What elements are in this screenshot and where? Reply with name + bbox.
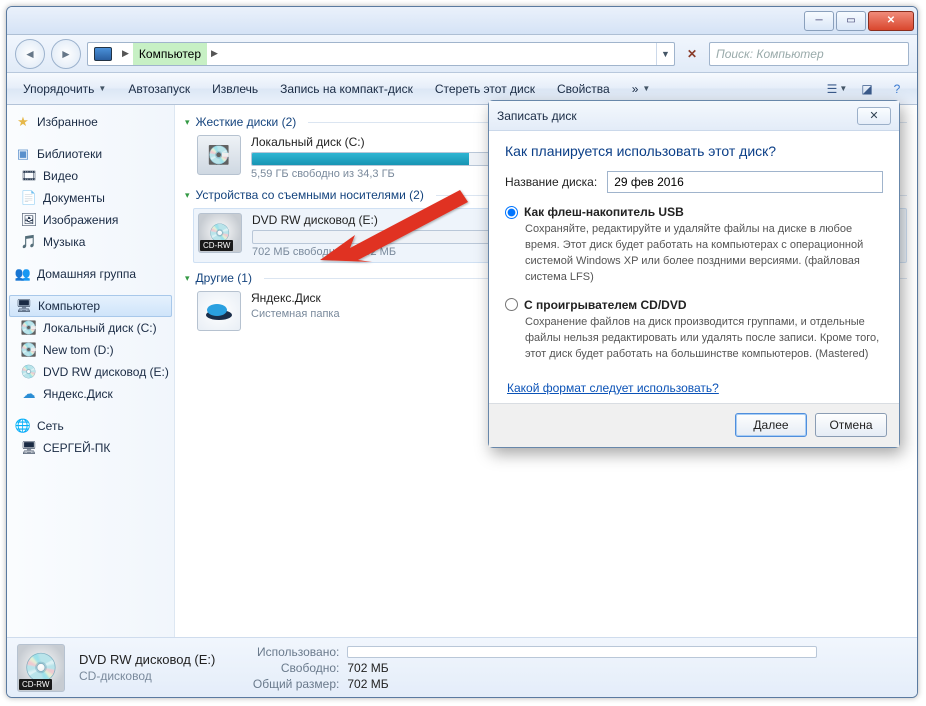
sidebar-network[interactable]: 🌐Сеть xyxy=(9,415,172,437)
sidebar-yandex[interactable]: ☁Яндекс.Диск xyxy=(9,383,172,405)
drive-icon: 💽 xyxy=(21,320,37,336)
drive-icon: 💽 xyxy=(21,342,37,358)
option-cddvd-radio[interactable] xyxy=(505,298,518,311)
network-icon: 🌐 xyxy=(15,418,31,434)
address-dropdown[interactable]: ▼ xyxy=(656,43,674,65)
properties-button[interactable]: Свойства xyxy=(549,78,618,100)
chevron-right-icon[interactable]: ▶ xyxy=(118,48,133,59)
organize-button[interactable]: Упорядочить▼ xyxy=(15,78,114,100)
drive-subtitle: 5,59 ГБ свободно из 34,3 ГБ xyxy=(251,168,511,180)
disc-icon: 💿CD-RW xyxy=(198,213,242,253)
pc-icon: 🖥 xyxy=(21,440,37,456)
homegroup-icon: 👥 xyxy=(15,266,31,282)
drive-subtitle: 702 МБ свободно из 702 МБ xyxy=(252,246,512,258)
titlebar: ─ ▭ ✕ xyxy=(7,7,917,35)
sidebar-pictures[interactable]: 🖼Изображения xyxy=(9,209,172,231)
sidebar-favorites[interactable]: ★Избранное xyxy=(9,111,172,133)
music-icon: 🎵 xyxy=(21,234,37,250)
dialog-titlebar: Записать диск ✕ xyxy=(489,101,899,131)
pictures-icon: 🖼 xyxy=(21,212,37,228)
address-bar[interactable]: ▶ Компьютер ▶ ▼ xyxy=(87,42,675,66)
cloud-icon: ☁ xyxy=(21,386,37,402)
sidebar-libraries[interactable]: ▣Библиотеки xyxy=(9,143,172,165)
used-bar xyxy=(347,646,817,658)
status-title: DVD RW дисковод (E:) xyxy=(79,652,215,667)
cancel-button[interactable]: Отмена xyxy=(815,413,887,437)
disc-name-input[interactable] xyxy=(607,171,883,193)
sidebar-videos[interactable]: 🎞Видео xyxy=(9,165,172,187)
back-button[interactable]: ◄ xyxy=(15,39,45,69)
drive-subtitle: Системная папка xyxy=(251,308,511,320)
search-input[interactable]: Поиск: Компьютер xyxy=(709,42,909,66)
dialog-title: Записать диск xyxy=(497,109,577,123)
close-button[interactable]: ✕ xyxy=(868,11,914,31)
option-cddvd-desc: Сохранение файлов на диск производится г… xyxy=(505,315,883,363)
usage-bar xyxy=(251,152,511,166)
yandex-disk-icon xyxy=(197,291,241,331)
system-menu[interactable]: »▼ xyxy=(624,78,659,100)
help-link[interactable]: Какой формат следует использовать? xyxy=(507,381,719,395)
view-button[interactable]: ☰▼ xyxy=(825,77,849,101)
document-icon: 📄 xyxy=(21,190,37,206)
drive-name: DVD RW дисковод (E:) xyxy=(252,213,512,227)
libraries-icon: ▣ xyxy=(15,146,31,162)
stop-button[interactable]: ✕ xyxy=(681,43,703,65)
eject-button[interactable]: Извлечь xyxy=(204,78,266,100)
sidebar-homegroup[interactable]: 👥Домашняя группа xyxy=(9,263,172,285)
hdd-icon: 💽 xyxy=(197,135,241,175)
help-button[interactable]: ? xyxy=(885,77,909,101)
star-icon: ★ xyxy=(15,114,31,130)
next-button[interactable]: Далее xyxy=(735,413,807,437)
minimize-button[interactable]: ─ xyxy=(804,11,834,31)
video-icon: 🎞 xyxy=(21,168,37,184)
disc-name-label: Название диска: xyxy=(505,175,597,189)
breadcrumb-computer[interactable]: Компьютер xyxy=(133,43,207,65)
drive-name: Локальный диск (C:) xyxy=(251,135,511,149)
sidebar-sergey-pc[interactable]: 🖥СЕРГЕЙ-ПК xyxy=(9,437,172,459)
sidebar-new-tom[interactable]: 💽New tom (D:) xyxy=(9,339,172,361)
sidebar-documents[interactable]: 📄Документы xyxy=(9,187,172,209)
forward-button[interactable]: ► xyxy=(51,39,81,69)
sidebar-local-c[interactable]: 💽Локальный диск (C:) xyxy=(9,317,172,339)
dialog-heading: Как планируется использовать этот диск? xyxy=(505,143,883,159)
computer-icon: 🖥 xyxy=(16,298,32,314)
sidebar-dvd[interactable]: 💿DVD RW дисковод (E:) xyxy=(9,361,172,383)
burn-disc-dialog: Записать диск ✕ Как планируется использо… xyxy=(488,100,900,448)
dialog-close-button[interactable]: ✕ xyxy=(857,107,891,125)
autoplay-button[interactable]: Автозапуск xyxy=(120,78,198,100)
nav-row: ◄ ► ▶ Компьютер ▶ ▼ ✕ Поиск: Компьютер xyxy=(7,35,917,73)
status-subtitle: CD-дисковод xyxy=(79,669,215,683)
option-usb-radio[interactable] xyxy=(505,206,518,219)
burn-button[interactable]: Запись на компакт-диск xyxy=(272,78,421,100)
erase-button[interactable]: Стереть этот диск xyxy=(427,78,543,100)
sidebar: ★Избранное ▣Библиотеки 🎞Видео 📄Документы… xyxy=(7,105,175,637)
computer-icon xyxy=(94,47,112,61)
disc-icon: 💿 xyxy=(21,364,37,380)
drive-name: Яндекс.Диск xyxy=(251,291,511,305)
preview-pane-button[interactable]: ◪ xyxy=(855,77,879,101)
usage-bar xyxy=(252,230,512,244)
sidebar-music[interactable]: 🎵Музыка xyxy=(9,231,172,253)
option-usb-desc: Сохраняйте, редактируйте и удаляйте файл… xyxy=(505,222,883,286)
status-bar: 💿CD-RW DVD RW дисковод (E:) CD-дисковод … xyxy=(7,637,917,697)
sidebar-computer[interactable]: 🖥Компьютер xyxy=(9,295,172,317)
disc-icon: 💿CD-RW xyxy=(17,644,65,692)
chevron-right-icon[interactable]: ▶ xyxy=(207,48,222,59)
maximize-button[interactable]: ▭ xyxy=(836,11,866,31)
